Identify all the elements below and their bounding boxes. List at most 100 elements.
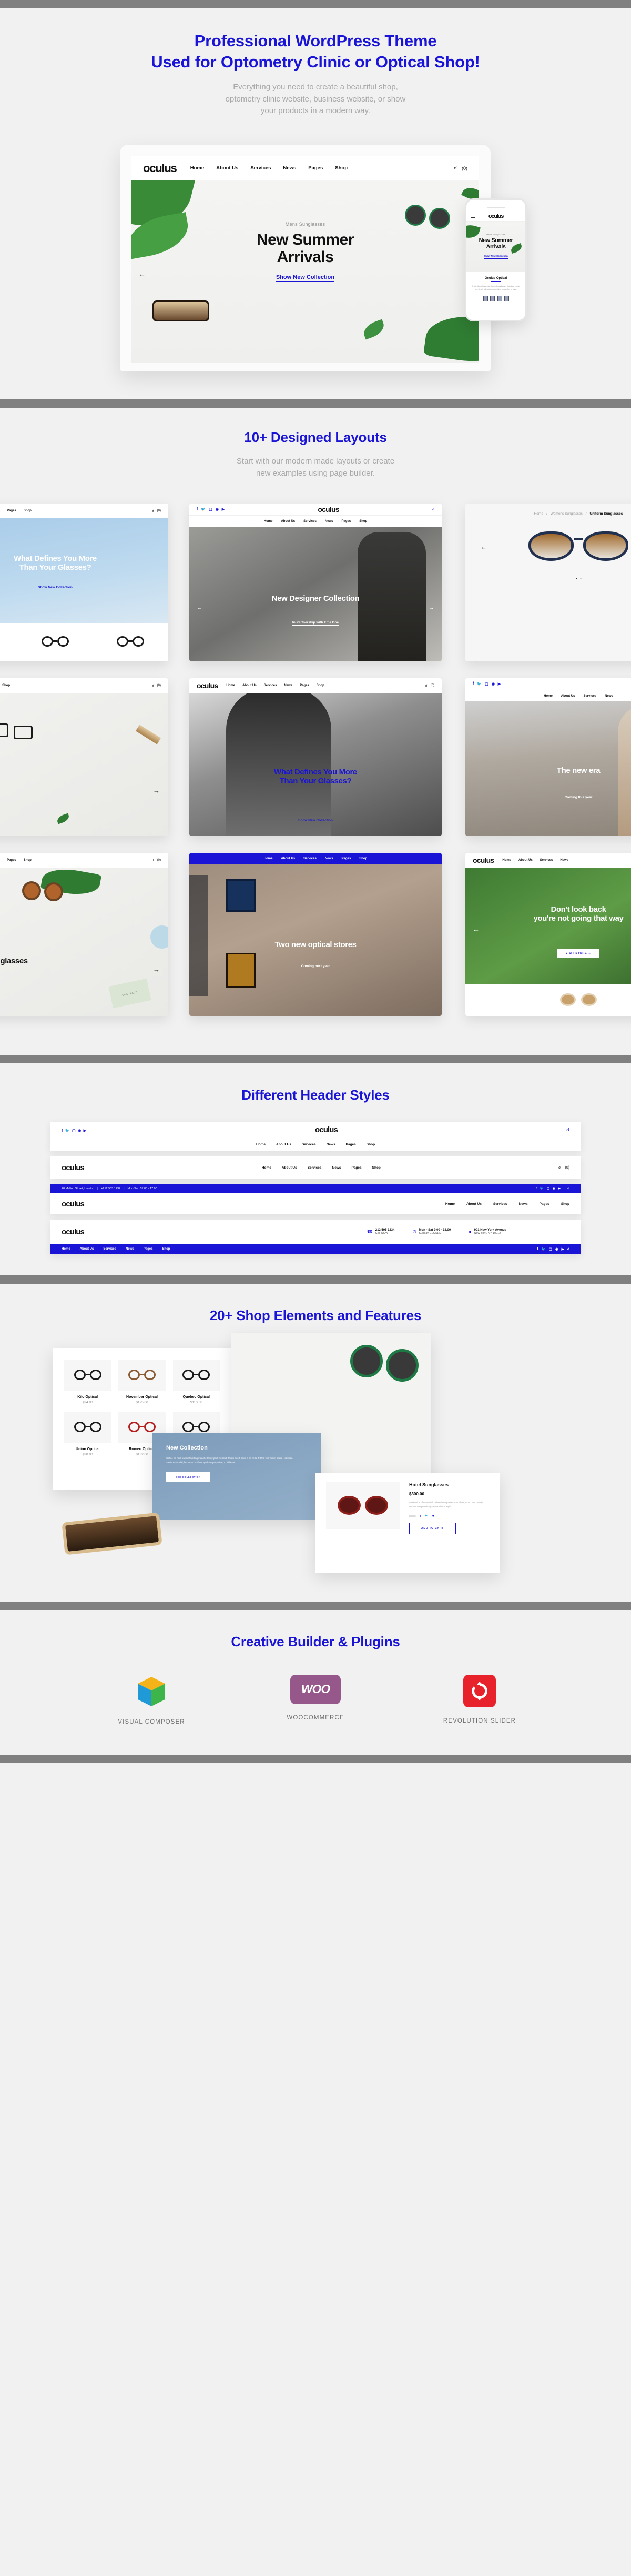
nav-item-home[interactable]: Home <box>226 684 235 687</box>
nav-item-pages[interactable]: Pages <box>308 165 323 171</box>
nav-item-pages[interactable]: Pages <box>351 1166 361 1170</box>
card-cta[interactable]: Coming next year <box>189 964 442 970</box>
nav-item-services[interactable]: Services <box>540 859 553 862</box>
nav-item-shop[interactable]: Shop <box>24 509 32 512</box>
breadcrumb-category[interactable]: Womens Sunglasses <box>551 512 583 516</box>
nav-item-pages[interactable]: Pages <box>7 509 16 512</box>
nav-item-news[interactable]: News <box>605 695 613 698</box>
layout-card-defines-sky[interactable]: About Us Services News Pages Shop ☌ (0) … <box>0 504 168 662</box>
pinterest-icon[interactable]: ◉ <box>432 1514 434 1517</box>
nav-item-news[interactable]: News <box>283 165 296 171</box>
facebook-icon[interactable]: f <box>197 507 198 511</box>
nav-item-home[interactable]: Home <box>62 1247 70 1251</box>
layout-card-uniform-sunglasses[interactable]: Home / Womens Sunglasses / Uniform Sunglas… <box>465 504 631 662</box>
nav-item-shop[interactable]: Shop <box>162 1247 170 1251</box>
phone-brand-logo[interactable]: oculus <box>488 213 504 219</box>
search-icon[interactable]: ☌ <box>567 1187 569 1190</box>
twitter-icon[interactable]: 🐦 <box>542 1247 546 1251</box>
nav-item-news[interactable]: News <box>284 684 292 687</box>
product-cell[interactable]: Union Optical $98.00 <box>64 1411 111 1456</box>
instagram-icon[interactable]: ▢ <box>485 682 488 686</box>
nav-item-about[interactable]: About Us <box>561 695 575 698</box>
search-icon[interactable]: ☌ <box>152 509 154 513</box>
cart-count[interactable]: (0) <box>157 509 161 512</box>
search-icon[interactable]: ☌ <box>425 684 428 688</box>
layout-card-two-new-stores[interactable]: Home About Us Services News Pages Shop T… <box>189 853 442 1017</box>
nav-item-services[interactable]: Services <box>302 1143 316 1146</box>
search-icon[interactable]: ☌ <box>432 508 434 511</box>
nav-item-about[interactable]: About Us <box>216 165 238 171</box>
brand-logo[interactable]: oculus <box>315 1125 338 1134</box>
plugin-woocommerce[interactable]: WOO WOOCOMMERCE <box>263 1674 368 1725</box>
search-icon[interactable]: ☌ <box>152 684 154 688</box>
cart-count[interactable]: (0) <box>157 859 161 862</box>
facebook-icon[interactable]: f <box>537 1247 538 1251</box>
facebook-icon[interactable]: f <box>420 1515 421 1517</box>
nav-item-services[interactable]: Services <box>264 684 277 687</box>
slider-prev-arrow[interactable]: ← <box>139 270 146 278</box>
twitter-icon[interactable]: 🐦 <box>540 1187 544 1190</box>
nav-item-services[interactable]: Services <box>583 695 596 698</box>
nav-item-pages[interactable]: Pages <box>346 1143 356 1146</box>
nav-item-pages[interactable]: Pages <box>540 1202 549 1206</box>
brand-logo[interactable]: oculus <box>62 1227 85 1236</box>
search-icon[interactable]: ☌ <box>152 859 154 862</box>
product-thumb[interactable] <box>497 295 509 302</box>
nav-item-services[interactable]: Services <box>303 857 317 860</box>
visit-store-button[interactable]: VISIT STORE → <box>557 949 600 959</box>
instagram-icon[interactable]: ▢ <box>547 1187 549 1190</box>
facebook-icon[interactable]: f <box>62 1129 63 1133</box>
nav-item-news[interactable]: News <box>327 1143 335 1146</box>
nav-item-shop[interactable]: Shop <box>367 1143 375 1146</box>
brand-logo[interactable]: oculus <box>197 681 218 690</box>
nav-item-shop[interactable]: Shop <box>561 1202 569 1206</box>
nav-item-home[interactable]: Home <box>544 695 553 698</box>
nav-item-about[interactable]: About Us <box>281 857 295 860</box>
pinterest-icon[interactable]: ◉ <box>216 507 219 511</box>
layout-card-defines-bw[interactable]: oculus Home About Us Services News Pages… <box>189 678 442 837</box>
nav-item-about[interactable]: About Us <box>281 520 295 523</box>
nav-item-shop[interactable]: Shop <box>24 859 32 862</box>
cart-count[interactable]: (0) <box>462 166 467 171</box>
pinterest-icon[interactable]: ◉ <box>492 682 495 686</box>
nav-item-home[interactable]: Home <box>502 859 511 862</box>
search-icon[interactable]: ☌ <box>558 1165 561 1170</box>
nav-item-about[interactable]: About Us <box>518 859 533 862</box>
card-cta[interactable]: Show New Collection <box>189 819 442 824</box>
card-cta[interactable]: In Partnership with Ema Doe <box>189 621 442 626</box>
slider-prev-arrow[interactable]: ← <box>473 925 480 933</box>
social-links[interactable]: f 🐦 ▢ ◉ ▶ <box>197 507 225 511</box>
social-links[interactable]: f 🐦 ▢ ◉ ▶ <box>473 682 501 686</box>
youtube-icon[interactable]: ▶ <box>222 507 225 511</box>
add-to-cart-button[interactable]: ADD TO CART <box>409 1523 456 1535</box>
phone-text[interactable]: +212 505 1234 <box>101 1187 120 1190</box>
nav-item-home[interactable]: Home <box>262 1166 271 1170</box>
nav-item-shop[interactable]: Shop <box>2 684 10 687</box>
slider-next-arrow[interactable]: → <box>153 787 160 794</box>
nav-item-news[interactable]: News <box>519 1202 528 1206</box>
nav-item-news[interactable]: News <box>325 857 333 860</box>
nav-item-home[interactable]: Home <box>264 857 273 860</box>
cart-count[interactable]: (0) <box>565 1166 569 1170</box>
slider-prev-arrow[interactable]: ← <box>480 543 487 551</box>
nav-item-about[interactable]: About Us <box>80 1247 94 1251</box>
layout-card-designer-collection[interactable]: f 🐦 ▢ ◉ ▶ oculus ☌ Home About Us Service… <box>189 504 442 662</box>
nav-item-news[interactable]: News <box>325 520 333 523</box>
nav-item-home[interactable]: Home <box>190 165 204 171</box>
social-links[interactable]: f 🐦 ▢ ◉ ▶ <box>62 1125 86 1134</box>
see-collection-button[interactable]: SEE COLLECTION <box>166 1472 210 1483</box>
youtube-icon[interactable]: ▶ <box>562 1247 564 1251</box>
twitter-icon[interactable]: 🐦 <box>425 1514 428 1517</box>
youtube-icon[interactable]: ▶ <box>558 1187 561 1190</box>
brand-logo[interactable]: oculus <box>62 1163 85 1172</box>
instagram-icon[interactable]: ▢ <box>72 1129 76 1133</box>
twitter-icon[interactable]: 🐦 <box>65 1129 70 1133</box>
layout-card-exclusive-sunglasses[interactable]: About Us Services News Pages Shop ☌ (0) <box>0 853 168 1017</box>
nav-item-pages[interactable]: Pages <box>300 684 309 687</box>
nav-item-services[interactable]: Services <box>308 1166 322 1170</box>
layout-card-new-summer[interactable]: Services News Pages Shop ☌ (0) <box>0 678 168 837</box>
social-links[interactable]: f 🐦 ▢ ◉ ▶ | ☌ <box>536 1187 569 1190</box>
nav-item-about[interactable]: About Us <box>242 684 257 687</box>
nav-item-about[interactable]: About Us <box>282 1166 297 1170</box>
card-cta[interactable]: Show New Collection <box>0 586 168 591</box>
